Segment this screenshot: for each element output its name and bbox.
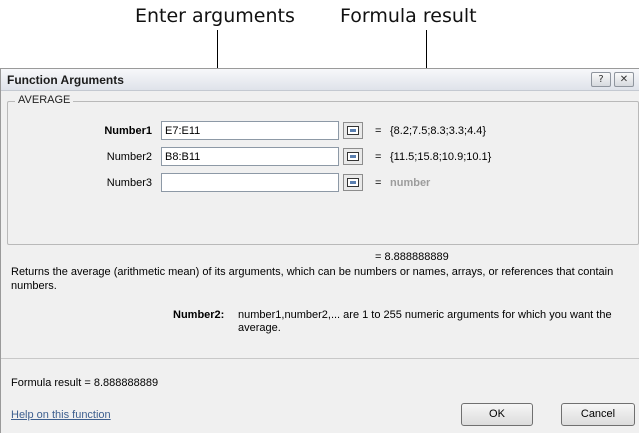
- callout-enter-arguments: Enter arguments: [135, 5, 295, 27]
- number2-result: {11.5;15.8;10.9;10.1}: [390, 151, 492, 163]
- help-icon: ?: [598, 74, 604, 85]
- help-button[interactable]: ?: [591, 72, 611, 87]
- function-description: Returns the average (arithmetic mean) of…: [11, 266, 614, 292]
- number2-label: Number2: [106, 151, 152, 163]
- number3-result-placeholder: number: [390, 177, 431, 189]
- equals-sign: =: [375, 177, 382, 189]
- number1-input[interactable]: [161, 121, 339, 140]
- divider: [1, 358, 639, 359]
- number3-label: Number3: [106, 177, 152, 189]
- callout-formula-result: Formula result: [340, 5, 477, 27]
- number3-collapse-button[interactable]: [343, 174, 363, 191]
- collapse-dialog-icon: [347, 178, 359, 187]
- dialog-titlebar: Function Arguments ? ✕: [1, 69, 639, 91]
- number2-collapse-button[interactable]: [343, 148, 363, 165]
- number2-input[interactable]: [161, 147, 339, 166]
- number1-label: Number1: [104, 125, 152, 137]
- argument-description-text: number1,number2,... are 1 to 255 numeric…: [238, 309, 612, 334]
- equals-sign: =: [375, 151, 382, 163]
- function-name: AVERAGE: [15, 94, 74, 106]
- number1-collapse-button[interactable]: [343, 122, 363, 139]
- help-on-function-link[interactable]: Help on this function: [11, 409, 111, 421]
- equals-sign: =: [375, 125, 382, 137]
- function-result: = 8.888888889: [375, 251, 449, 263]
- close-button[interactable]: ✕: [614, 72, 634, 87]
- function-arguments-dialog: Function Arguments ? ✕ AVERAGE Number1 =…: [0, 68, 639, 433]
- cancel-button[interactable]: Cancel: [561, 403, 635, 426]
- dialog-title: Function Arguments: [7, 73, 124, 87]
- close-icon: ✕: [619, 74, 629, 85]
- number1-result: {8.2;7.5;8.3;3.3;4.4}: [390, 125, 487, 137]
- collapse-dialog-icon: [347, 126, 359, 135]
- collapse-dialog-icon: [347, 152, 359, 161]
- formula-result-text: Formula result = 8.888888889: [11, 377, 159, 389]
- argument-description-label: Number2:: [173, 309, 225, 321]
- number3-input[interactable]: [161, 173, 339, 192]
- ok-button[interactable]: OK: [461, 403, 533, 426]
